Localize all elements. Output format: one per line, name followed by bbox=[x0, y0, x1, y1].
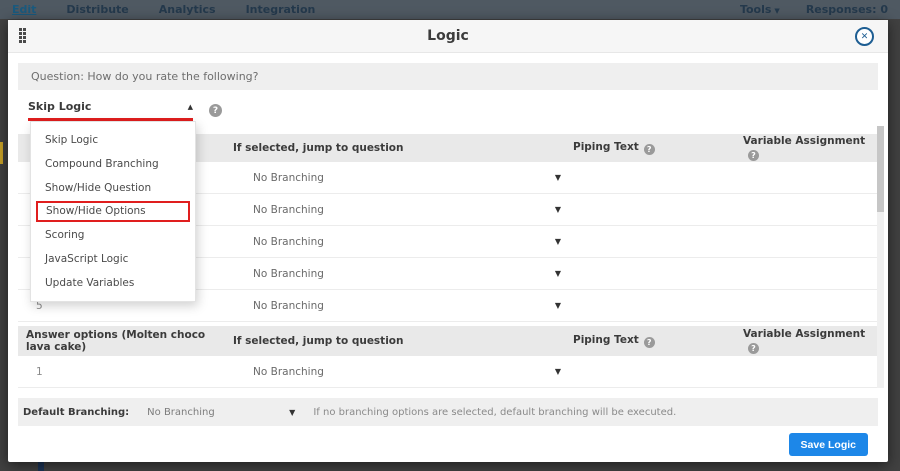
chevron-down-icon: ▼ bbox=[555, 269, 561, 278]
chevron-down-icon: ▼ bbox=[555, 173, 561, 182]
branching-dropdown[interactable]: No Branching▼ bbox=[233, 268, 573, 280]
column-variable-label: Variable Assignment? bbox=[743, 328, 878, 354]
tab-distribute[interactable]: Distribute bbox=[66, 3, 128, 16]
default-branching-select[interactable]: No Branching ▼ bbox=[129, 407, 295, 418]
menu-item-javascript-logic[interactable]: JavaScript Logic bbox=[31, 247, 195, 271]
column-variable-label: Variable Assignment? bbox=[743, 135, 878, 161]
column-piping-label: Piping Text? bbox=[573, 334, 743, 348]
menu-item-update-variables[interactable]: Update Variables bbox=[31, 271, 195, 295]
logic-type-value: Skip Logic bbox=[28, 100, 91, 113]
column-jump-label: If selected, jump to question bbox=[233, 142, 573, 154]
drag-handle-icon[interactable] bbox=[19, 28, 26, 43]
scrollbar-track[interactable] bbox=[877, 126, 884, 388]
piping-help-icon[interactable]: ? bbox=[644, 337, 655, 348]
branching-dropdown[interactable]: No Branching▼ bbox=[233, 172, 573, 184]
row-number: 1 bbox=[18, 366, 233, 378]
default-branching-label: Default Branching: bbox=[18, 407, 129, 418]
logic-type-select[interactable]: Skip Logic ▲ bbox=[28, 100, 193, 121]
default-branching-value: No Branching bbox=[147, 407, 289, 418]
top-navigation: Edit Distribute Analytics Integration To… bbox=[0, 0, 900, 19]
menu-item-scoring[interactable]: Scoring bbox=[31, 223, 195, 247]
modal-header: Logic ✕ bbox=[8, 20, 888, 53]
feedback-side-tab bbox=[0, 142, 3, 164]
default-branching-hint: If no branching options are selected, de… bbox=[313, 407, 676, 418]
branching-dropdown[interactable]: No Branching▼ bbox=[233, 236, 573, 248]
default-branching-bar: Default Branching: No Branching ▼ If no … bbox=[18, 398, 878, 426]
question-label: Question: How do you rate the following? bbox=[31, 70, 259, 83]
branching-dropdown[interactable]: No Branching▼ bbox=[233, 366, 573, 378]
scrollbar-thumb[interactable] bbox=[877, 126, 884, 212]
branching-dropdown[interactable]: No Branching▼ bbox=[233, 204, 573, 216]
chevron-down-icon: ▼ bbox=[555, 301, 561, 310]
close-icon[interactable]: ✕ bbox=[855, 27, 874, 46]
topnav-right: Tools▼ Responses: 0 bbox=[740, 3, 888, 16]
menu-item-compound-branching[interactable]: Compound Branching bbox=[31, 152, 195, 176]
column-piping-label: Piping Text? bbox=[573, 141, 743, 155]
tab-analytics[interactable]: Analytics bbox=[159, 3, 216, 16]
menu-item-show-hide-question[interactable]: Show/Hide Question bbox=[31, 176, 195, 200]
screen: Edit Distribute Analytics Integration To… bbox=[0, 0, 900, 471]
tools-menu[interactable]: Tools▼ bbox=[740, 3, 780, 16]
tab-integration[interactable]: Integration bbox=[246, 3, 316, 16]
question-bar: Question: How do you rate the following? bbox=[18, 63, 878, 90]
logic-type-menu: Skip Logic Compound Branching Show/Hide … bbox=[30, 121, 196, 302]
save-logic-button[interactable]: Save Logic bbox=[789, 433, 868, 456]
menu-item-show-hide-options[interactable]: Show/Hide Options bbox=[36, 201, 190, 222]
chevron-down-icon: ▼ bbox=[289, 408, 295, 417]
chevron-down-icon: ▼ bbox=[774, 7, 779, 15]
chevron-down-icon: ▼ bbox=[555, 237, 561, 246]
branching-dropdown[interactable]: No Branching▼ bbox=[233, 300, 573, 312]
chevron-down-icon: ▼ bbox=[555, 367, 561, 376]
table-row: 1 No Branching▼ bbox=[18, 356, 878, 388]
column-jump-label: If selected, jump to question bbox=[233, 335, 573, 347]
responses-counter: Responses: 0 bbox=[806, 3, 888, 16]
chevron-up-icon: ▲ bbox=[188, 103, 193, 111]
section2-header-row: Answer options (Molten choco lava cake) … bbox=[18, 326, 878, 356]
variable-help-icon[interactable]: ? bbox=[748, 343, 759, 354]
variable-help-icon[interactable]: ? bbox=[748, 150, 759, 161]
section2-answer-options-label: Answer options (Molten choco lava cake) bbox=[18, 329, 233, 353]
chevron-down-icon: ▼ bbox=[555, 205, 561, 214]
tab-edit[interactable]: Edit bbox=[12, 3, 36, 16]
help-icon[interactable]: ? bbox=[209, 104, 222, 117]
piping-help-icon[interactable]: ? bbox=[644, 144, 655, 155]
logic-type-row: Skip Logic ▲ ? bbox=[28, 100, 888, 121]
modal-title: Logic bbox=[427, 28, 469, 44]
page-bottom-marker bbox=[38, 462, 44, 471]
menu-item-skip-logic[interactable]: Skip Logic bbox=[31, 128, 195, 152]
logic-modal: Logic ✕ Question: How do you rate the fo… bbox=[8, 20, 888, 462]
